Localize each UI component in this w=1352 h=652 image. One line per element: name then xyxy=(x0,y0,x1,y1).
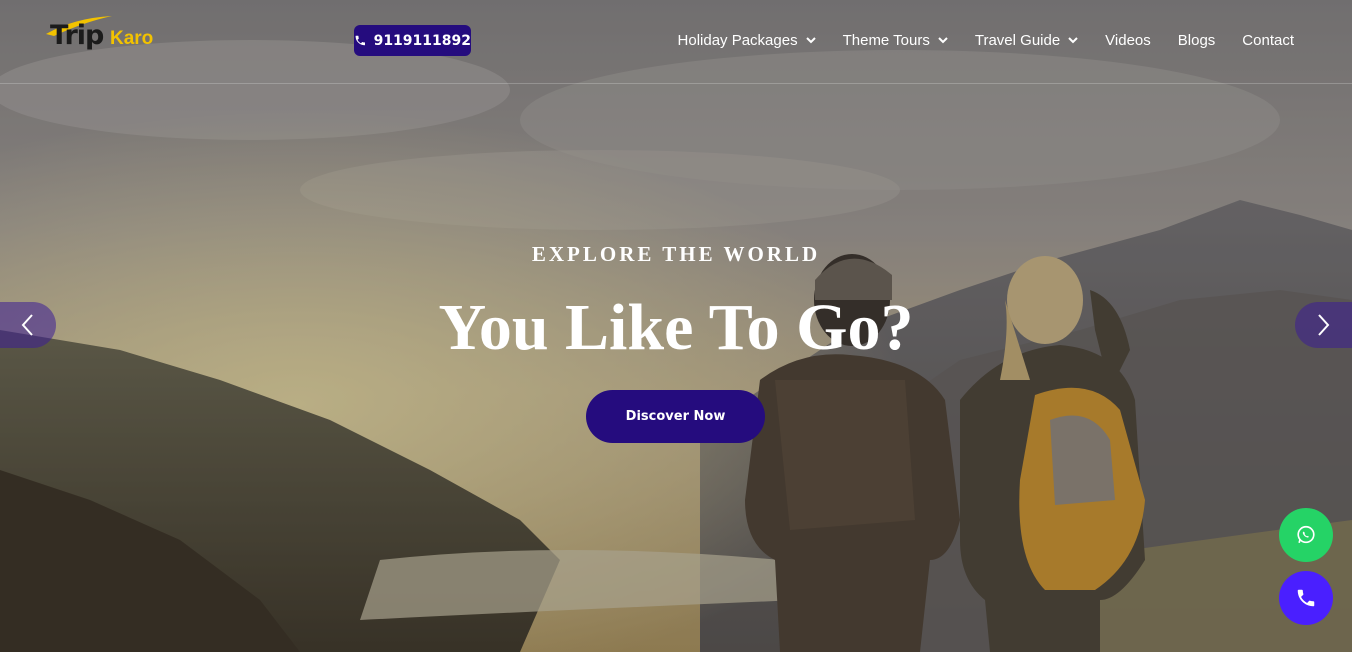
nav-item-videos[interactable]: Videos xyxy=(1105,32,1151,49)
nav-item-travel-guide[interactable]: Travel Guide xyxy=(975,32,1078,49)
nav-item-blogs[interactable]: Blogs xyxy=(1178,32,1216,49)
nav-item-holiday-packages[interactable]: Holiday Packages xyxy=(678,32,816,49)
logo-trip-text: Trip xyxy=(50,20,104,51)
chevron-left-icon xyxy=(21,314,33,336)
header-phone-button[interactable]: 9119111892 xyxy=(354,25,471,56)
phone-icon xyxy=(1297,589,1315,607)
nav-item-label: Travel Guide xyxy=(974,31,1061,49)
discover-now-button[interactable]: Discover Now xyxy=(586,390,765,443)
nav-item-label: Holiday Packages xyxy=(677,31,798,49)
nav-item-theme-tours[interactable]: Theme Tours xyxy=(843,32,948,49)
nav-item-contact[interactable]: Contact xyxy=(1242,32,1294,49)
call-button[interactable] xyxy=(1279,571,1333,625)
hero-slider: Trip Karo 9119111892 Holiday Packages Th… xyxy=(0,0,1352,652)
phone-icon xyxy=(355,35,366,46)
main-nav: Holiday Packages Theme Tours Travel Guid… xyxy=(651,30,1294,50)
logo-karo-text: Karo xyxy=(110,28,154,49)
nav-item-label: Contact xyxy=(1242,31,1294,49)
whatsapp-button[interactable] xyxy=(1279,508,1333,562)
chevron-down-icon xyxy=(938,36,948,43)
hero-title: You Like To Go? xyxy=(438,291,914,364)
site-header: Trip Karo 9119111892 Holiday Packages Th… xyxy=(0,0,1352,84)
header-phone-number: 9119111892 xyxy=(373,32,471,49)
chevron-down-icon xyxy=(805,36,816,43)
nav-item-label: Blogs xyxy=(1177,31,1216,49)
slider-next-button[interactable] xyxy=(1295,302,1352,348)
nav-item-label: Theme Tours xyxy=(842,31,930,49)
nav-item-label: Videos xyxy=(1105,31,1151,49)
chevron-right-icon xyxy=(1318,314,1330,336)
hero-subtitle: EXPLORE THE WORLD xyxy=(531,242,821,266)
whatsapp-icon xyxy=(1297,525,1315,544)
slider-prev-button[interactable] xyxy=(0,302,56,348)
logo[interactable]: Trip Karo xyxy=(44,14,164,60)
chevron-down-icon xyxy=(1068,36,1078,43)
